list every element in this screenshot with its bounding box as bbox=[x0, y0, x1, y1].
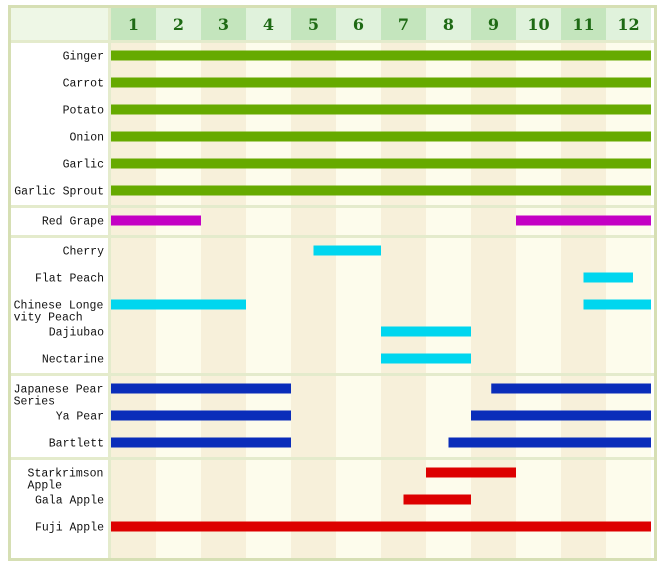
availability-bar bbox=[111, 77, 651, 88]
row-label: Carrot bbox=[63, 78, 104, 91]
availability-bar bbox=[491, 383, 651, 394]
availability-bar bbox=[381, 326, 471, 337]
month-column bbox=[426, 43, 471, 558]
availability-bar bbox=[111, 215, 201, 226]
month-label: 2 bbox=[173, 15, 184, 34]
availability-bar bbox=[471, 410, 651, 421]
availability-bar bbox=[111, 185, 651, 196]
label-column-divider bbox=[108, 8, 111, 558]
availability-bar bbox=[111, 158, 651, 169]
month-label: 6 bbox=[353, 15, 364, 34]
row-label: Series bbox=[14, 396, 55, 409]
availability-bar bbox=[583, 272, 633, 283]
availability-bar bbox=[448, 437, 651, 448]
availability-bar bbox=[381, 353, 471, 364]
row-label: Dajiubao bbox=[49, 327, 104, 340]
row-label: Bartlett bbox=[49, 438, 104, 451]
month-column bbox=[381, 43, 426, 558]
row-label: Garlic Sprout bbox=[14, 186, 104, 199]
row-label: Ya Pear bbox=[56, 411, 104, 424]
month-column bbox=[471, 43, 516, 558]
availability-bar bbox=[111, 437, 291, 448]
row-label: Flat Peach bbox=[35, 273, 104, 286]
header-corner bbox=[11, 8, 108, 40]
row-label: vity Peach bbox=[14, 312, 83, 325]
month-column bbox=[291, 43, 336, 558]
month-label: 1 bbox=[128, 15, 139, 34]
availability-bar bbox=[313, 245, 381, 256]
group-separator bbox=[11, 457, 654, 460]
availability-bar bbox=[111, 299, 246, 310]
group-separator bbox=[11, 205, 654, 208]
month-label: 4 bbox=[263, 15, 274, 34]
month-label: 3 bbox=[218, 15, 229, 34]
availability-bar bbox=[111, 410, 291, 421]
month-label: 11 bbox=[572, 15, 594, 34]
row-label: Fuji Apple bbox=[35, 522, 104, 535]
month-label: 5 bbox=[308, 15, 319, 34]
availability-bar bbox=[111, 383, 291, 394]
row-label: Red Grape bbox=[42, 216, 104, 229]
month-label: 8 bbox=[443, 15, 454, 34]
month-column bbox=[336, 43, 381, 558]
gantt-chart: 1 2 3 4 5 6 7 8 9 10 11 12GingerCarrotPotatoOnionGa… bbox=[11, 8, 654, 558]
row-label: Apple bbox=[28, 480, 63, 493]
availability-bar bbox=[111, 131, 651, 142]
row-label: Cherry bbox=[63, 246, 105, 259]
availability-bar bbox=[111, 50, 651, 61]
chart-frame: 1 2 3 4 5 6 7 8 9 10 11 12 Ginger Carrot Potato Onion Ga… bbox=[8, 5, 657, 561]
month-label: 10 bbox=[527, 15, 549, 34]
row-label: Onion bbox=[69, 132, 104, 145]
row-label: Potato bbox=[63, 105, 105, 118]
row-label: Nectarine bbox=[42, 354, 104, 367]
group-separator bbox=[11, 235, 654, 238]
availability-bar bbox=[583, 299, 651, 310]
month-label: 12 bbox=[617, 15, 639, 34]
month-label: 9 bbox=[488, 15, 499, 34]
month-column bbox=[516, 43, 561, 558]
month-column bbox=[246, 43, 291, 558]
availability-bar bbox=[403, 494, 471, 505]
availability-bar bbox=[111, 521, 651, 532]
month-label: 7 bbox=[398, 15, 409, 34]
row-label: Ginger bbox=[63, 51, 104, 64]
header-divider bbox=[11, 40, 654, 43]
group-separator bbox=[11, 373, 654, 376]
row-label: Gala Apple bbox=[35, 495, 104, 508]
availability-bar bbox=[516, 215, 651, 226]
availability-bar bbox=[426, 467, 516, 478]
availability-bar bbox=[111, 104, 651, 115]
row-label: Garlic bbox=[63, 159, 105, 172]
